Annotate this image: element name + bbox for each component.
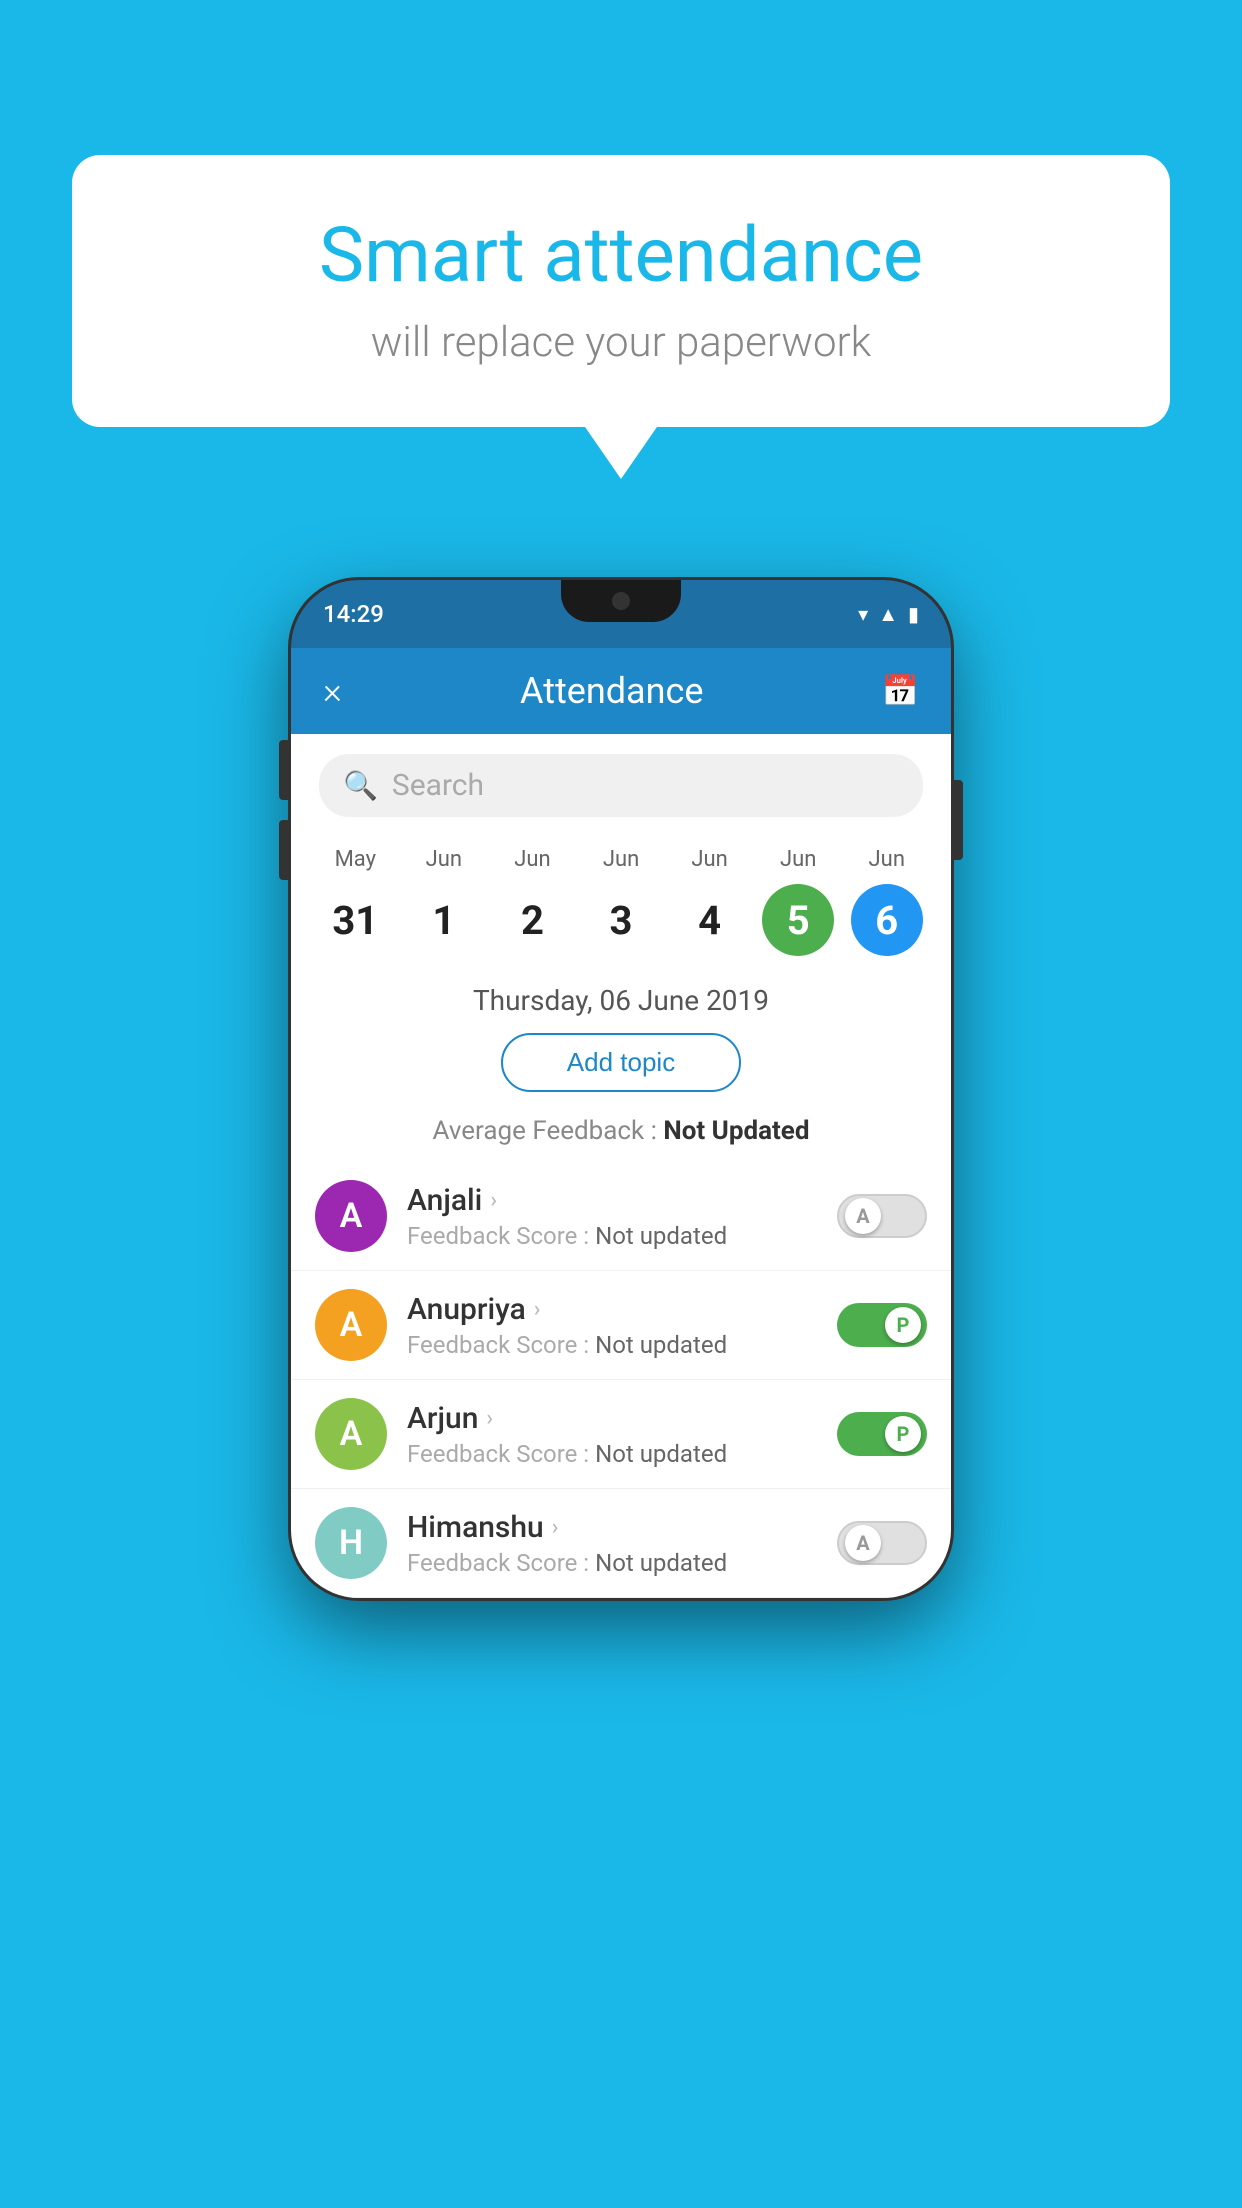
attendance-toggle-1[interactable]: P <box>837 1303 927 1347</box>
calendar-date-5[interactable]: 5 <box>754 884 843 956</box>
status-icons: ▾ ▲ ▮ <box>858 602 919 627</box>
phone-power-button <box>953 780 963 860</box>
student-avatar-2: A <box>315 1398 387 1470</box>
student-avatar-0: A <box>315 1180 387 1252</box>
phone-notch <box>561 580 681 622</box>
calendar-date-6[interactable]: 6 <box>842 884 931 956</box>
calendar-dates-row[interactable]: 31123456 <box>291 878 951 974</box>
student-row[interactable]: A Anupriya › Feedback Score : Not update… <box>291 1271 951 1380</box>
calendar-months-row: MayJunJunJunJunJunJun <box>291 837 951 878</box>
status-time: 14:29 <box>323 600 384 628</box>
toggle-knob-1: P <box>885 1307 921 1343</box>
close-button[interactable]: × <box>323 673 342 709</box>
battery-icon: ▮ <box>908 602 919 626</box>
calendar-month-2: Jun <box>488 847 577 878</box>
avg-feedback-value: Not Updated <box>663 1116 809 1146</box>
student-row[interactable]: H Himanshu › Feedback Score : Not update… <box>291 1489 951 1598</box>
student-name-2: Arjun › <box>407 1401 837 1436</box>
toggle-container-2[interactable]: P <box>837 1412 927 1456</box>
phone-vol-up <box>279 740 289 800</box>
calendar-date-3[interactable]: 3 <box>577 884 666 956</box>
search-placeholder: Search <box>392 768 484 803</box>
phone-frame: 14:29 ▾ ▲ ▮ × Attendance 📅 🔍 Search MayJ… <box>291 580 951 1598</box>
phone-container: 14:29 ▾ ▲ ▮ × Attendance 📅 🔍 Search MayJ… <box>291 580 951 1598</box>
toggle-container-3[interactable]: A <box>837 1521 927 1565</box>
phone-vol-down <box>279 820 289 880</box>
calendar-icon[interactable]: 📅 <box>882 674 919 709</box>
wifi-icon: ▾ <box>858 602 868 626</box>
calendar-month-0: May <box>311 847 400 878</box>
phone-screen: 🔍 Search MayJunJunJunJunJunJun 31123456 … <box>291 734 951 1598</box>
avg-feedback: Average Feedback : Not Updated <box>291 1110 951 1162</box>
attendance-toggle-2[interactable]: P <box>837 1412 927 1456</box>
status-bar: 14:29 ▾ ▲ ▮ <box>291 580 951 648</box>
camera <box>612 592 630 610</box>
calendar-month-5: Jun <box>754 847 843 878</box>
student-info-0: Anjali › Feedback Score : Not updated <box>407 1183 837 1250</box>
student-feedback-2: Feedback Score : Not updated <box>407 1440 837 1468</box>
student-avatar-3: H <box>315 1507 387 1579</box>
toggle-knob-2: P <box>885 1416 921 1452</box>
selected-date-label: Thursday, 06 June 2019 <box>291 974 951 1033</box>
bubble-subtitle: will replace your paperwork <box>132 318 1110 367</box>
toggle-container-1[interactable]: P <box>837 1303 927 1347</box>
student-row[interactable]: A Arjun › Feedback Score : Not updated P <box>291 1380 951 1489</box>
calendar-date-2[interactable]: 2 <box>488 884 577 956</box>
chevron-right-icon: › <box>552 1515 559 1540</box>
student-feedback-1: Feedback Score : Not updated <box>407 1331 837 1359</box>
app-title: Attendance <box>520 670 703 712</box>
add-topic-button[interactable]: Add topic <box>501 1033 741 1092</box>
bubble-title: Smart attendance <box>132 210 1110 300</box>
phone-volume-buttons <box>279 740 289 880</box>
student-avatar-1: A <box>315 1289 387 1361</box>
app-header: × Attendance 📅 <box>291 648 951 734</box>
student-name-3: Himanshu › <box>407 1510 837 1545</box>
chevron-right-icon: › <box>490 1188 497 1213</box>
student-list: A Anjali › Feedback Score : Not updated … <box>291 1162 951 1598</box>
attendance-toggle-0[interactable]: A <box>837 1194 927 1238</box>
calendar-month-6: Jun <box>842 847 931 878</box>
student-info-3: Himanshu › Feedback Score : Not updated <box>407 1510 837 1577</box>
calendar-month-3: Jun <box>577 847 666 878</box>
student-row[interactable]: A Anjali › Feedback Score : Not updated … <box>291 1162 951 1271</box>
calendar-month-4: Jun <box>665 847 754 878</box>
signal-icon: ▲ <box>878 602 898 627</box>
chevron-right-icon: › <box>486 1406 493 1431</box>
calendar-month-1: Jun <box>400 847 489 878</box>
search-icon: 🔍 <box>343 769 378 802</box>
student-name-0: Anjali › <box>407 1183 837 1218</box>
student-name-1: Anupriya › <box>407 1292 837 1327</box>
calendar-date-0[interactable]: 31 <box>311 884 400 956</box>
student-feedback-3: Feedback Score : Not updated <box>407 1549 837 1577</box>
search-bar[interactable]: 🔍 Search <box>319 754 923 817</box>
toggle-container-0[interactable]: A <box>837 1194 927 1238</box>
chevron-right-icon: › <box>534 1297 541 1322</box>
speech-bubble: Smart attendance will replace your paper… <box>72 155 1170 427</box>
calendar-date-1[interactable]: 1 <box>400 884 489 956</box>
toggle-knob-0: A <box>845 1198 881 1234</box>
toggle-knob-3: A <box>845 1525 881 1561</box>
student-feedback-0: Feedback Score : Not updated <box>407 1222 837 1250</box>
calendar-date-4[interactable]: 4 <box>665 884 754 956</box>
student-info-1: Anupriya › Feedback Score : Not updated <box>407 1292 837 1359</box>
avg-feedback-label: Average Feedback : <box>433 1116 664 1146</box>
student-info-2: Arjun › Feedback Score : Not updated <box>407 1401 837 1468</box>
attendance-toggle-3[interactable]: A <box>837 1521 927 1565</box>
